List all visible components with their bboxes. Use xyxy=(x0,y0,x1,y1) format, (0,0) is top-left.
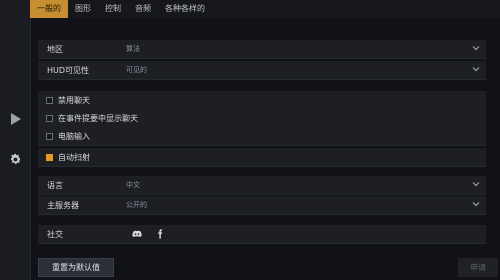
tab-controls[interactable]: 控制 xyxy=(98,0,128,18)
social-label: 社交 xyxy=(47,229,63,239)
settings-tabs: 一般的 图形 控制 音频 各种各样的 xyxy=(30,0,500,18)
tab-general[interactable]: 一般的 xyxy=(30,0,68,18)
region-value: 算法 xyxy=(126,45,140,53)
main-server-label: 主服务器 xyxy=(47,200,79,210)
tab-misc[interactable]: 各种各样的 xyxy=(158,0,212,18)
play-icon[interactable] xyxy=(9,112,22,125)
chevron-down-icon xyxy=(472,182,480,187)
hud-visibility-select[interactable]: HUD可见性 可见的 xyxy=(38,61,486,80)
region-label: 地区 xyxy=(47,44,63,54)
chevron-down-icon xyxy=(472,67,480,72)
language-select[interactable]: 语言 中文 xyxy=(38,176,486,195)
pc-input-label: 电脑输入 xyxy=(58,131,90,141)
language-value: 中文 xyxy=(126,181,140,189)
main-server-select[interactable]: 主服务器 公开的 xyxy=(38,196,486,215)
chevron-down-icon xyxy=(472,202,480,207)
chevron-down-icon xyxy=(472,46,480,51)
region-select[interactable]: 地区 算法 xyxy=(38,40,486,59)
facebook-icon[interactable] xyxy=(155,229,165,239)
social-row: 社交 xyxy=(38,225,486,244)
sidebar xyxy=(0,0,31,280)
apply-button[interactable]: 申请 xyxy=(458,258,498,277)
show-chat-in-feed-label: 在事件提要中显示聊天 xyxy=(58,113,138,123)
auto-shoot-label: 自动扫射 xyxy=(58,152,90,162)
discord-icon[interactable] xyxy=(132,229,142,239)
reset-defaults-button[interactable]: 重置为默认值 xyxy=(38,258,114,277)
auto-shoot-toggle[interactable]: 自动扫射 xyxy=(38,148,486,167)
hud-visibility-label: HUD可见性 xyxy=(47,65,90,75)
disable-chat-label: 禁用聊天 xyxy=(58,95,90,105)
main-server-value: 公开的 xyxy=(126,201,147,209)
pc-input-checkbox[interactable] xyxy=(46,132,53,140)
tab-graphics[interactable]: 图形 xyxy=(68,0,98,18)
pc-input-toggle[interactable]: 电脑输入 xyxy=(38,127,486,146)
disable-chat-toggle[interactable]: 禁用聊天 xyxy=(38,91,486,110)
disable-chat-checkbox[interactable] xyxy=(46,96,53,104)
language-label: 语言 xyxy=(47,180,63,190)
auto-shoot-checkbox[interactable] xyxy=(46,153,53,161)
hud-visibility-value: 可见的 xyxy=(126,66,147,74)
gear-icon[interactable] xyxy=(9,153,22,166)
show-chat-in-feed-toggle[interactable]: 在事件提要中显示聊天 xyxy=(38,109,486,128)
show-chat-in-feed-checkbox[interactable] xyxy=(46,114,53,122)
tab-audio[interactable]: 音频 xyxy=(128,0,158,18)
